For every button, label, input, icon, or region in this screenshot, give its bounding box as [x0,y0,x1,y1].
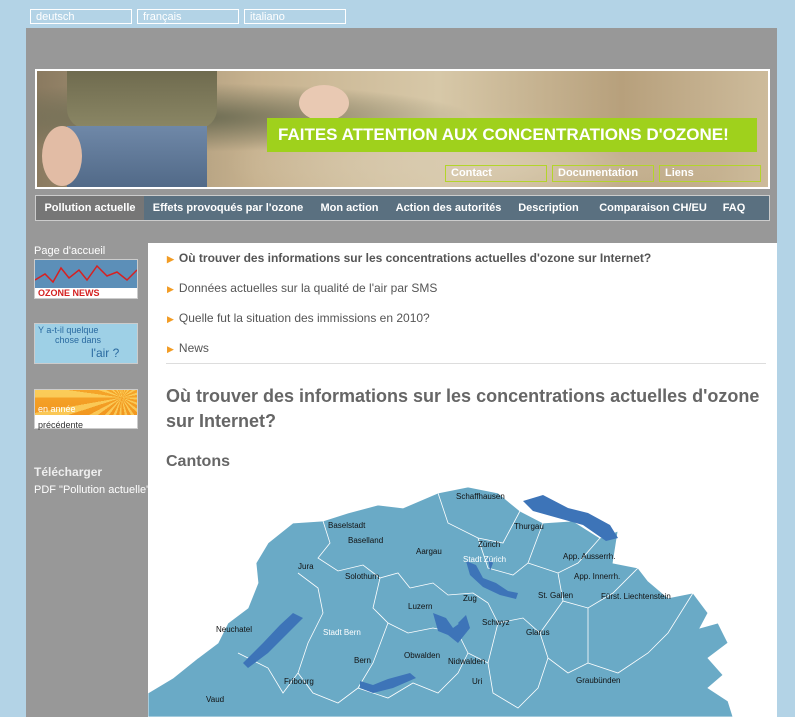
nav-description[interactable]: Description [510,196,587,220]
label-graubunden: Graubünden [576,676,620,685]
label-solothurn: Solothurn [345,572,379,581]
contact-link[interactable]: Contact [445,165,547,182]
documentation-link[interactable]: Documentation [552,165,654,182]
nav-faq[interactable]: FAQ [719,196,749,220]
previous-year-line2: précédente [38,420,84,430]
nav-pollution-actuelle[interactable]: Pollution actuelle [36,196,144,220]
label-neuchatel: Neuchatel [216,625,252,634]
air-question-line2: chose dans [55,335,102,345]
previous-year-line1: en année [38,404,76,414]
nav-comparaison[interactable]: Comparaison CH/EU [587,196,719,220]
label-nidwalden: Nidwalden [448,657,485,666]
air-question-line1: Y a-t-il quelque [38,325,99,335]
main-content: ▶ Où trouver des informations sur les con… [148,243,777,717]
section-heading: Où trouver des informations sur les conc… [166,386,760,431]
main-nav: Pollution actuelle Effets provoqués par … [35,195,770,221]
label-stadt-bern: Stadt Bern [323,628,361,637]
label-zurich: Zürich [478,540,500,549]
label-app-innerrh: App. Innerrh. [574,572,620,581]
label-stadt-zurich: Stadt Zürich [463,555,506,564]
label-fribourg: Fribourg [284,677,314,686]
home-link[interactable]: Page d'accueil [34,245,105,257]
banner-photo-hand-left [42,126,82,186]
bullet-arrow-icon: ▶ [167,314,174,324]
label-bern: Bern [354,656,371,665]
ozone-news-ad[interactable]: OZONE NEWS [34,259,138,299]
label-thurgau: Thurgau [514,522,544,531]
banner-photo-jeans [67,126,207,187]
banner-slogan: FAITES ATTENTION AUX CONCENTRATIONS D'OZ… [267,118,757,152]
download-title: Télécharger [34,465,103,479]
link-ozone-internet[interactable]: ▶ Où trouver des informations sur les con… [167,251,651,265]
page-frame: deutsch français italiano FAITES ATTENTI… [26,0,777,717]
cantons-heading: Cantons [166,453,230,470]
label-vaud: Vaud [206,695,224,704]
banner-photo-torso [67,71,217,129]
banner-photo-hand [299,85,349,121]
previous-year-strip: précédente [35,415,137,430]
canton-map[interactable]: Schaffhausen Baselstadt Thurgau Basellan… [148,483,777,717]
lang-deutsch[interactable]: deutsch [30,9,132,24]
link-sms[interactable]: ▶ Données actuelles sur la qualité de l'a… [167,281,437,295]
divider [166,363,766,364]
air-question-ad[interactable]: Y a-t-il quelque chose dans l'air ? [34,323,138,364]
nav-action-autorites[interactable]: Action des autorités [387,196,510,220]
label-baselland: Baselland [348,536,383,545]
link-label: Données actuelles sur la qualité de l'ai… [178,281,438,295]
lang-italiano[interactable]: italiano [244,9,346,24]
switzerland-outline [148,486,734,717]
label-app-ausserrh: App. Ausserrh. [563,552,615,561]
bullet-arrow-icon: ▶ [167,344,174,354]
label-luzern: Luzern [408,602,432,611]
label-uri: Uri [472,677,482,686]
ozone-news-label: OZONE NEWS [38,288,100,298]
nav-mon-action[interactable]: Mon action [312,196,387,220]
label-aargau: Aargau [416,547,442,556]
previous-year-ad[interactable]: en année précédente [34,389,138,430]
label-jura: Jura [298,562,314,571]
label-obwalden: Obwalden [404,651,440,660]
link-label: Où trouver des informations sur les conc… [178,251,652,265]
label-liechtenstein: Fürst. Liechtenstein [601,592,671,601]
header-banner: FAITES ATTENTION AUX CONCENTRATIONS D'OZ… [35,69,770,189]
label-schwyz: Schwyz [482,618,510,627]
air-question-line3: l'air ? [91,346,120,360]
liens-link[interactable]: Liens [659,165,761,182]
label-schaffhausen: Schaffhausen [456,492,505,501]
nav-effets-ozone[interactable]: Effets provoqués par l'ozone [144,196,312,220]
link-2010[interactable]: ▶ Quelle fut la situation des immissions … [167,311,430,325]
label-st-gallen: St. Gallen [538,591,573,600]
link-news[interactable]: ▶ News [167,341,209,355]
bullet-arrow-icon: ▶ [167,284,174,294]
link-label: Quelle fut la situation des immissions e… [178,311,430,325]
bullet-arrow-icon: ▶ [167,254,174,264]
label-zug: Zug [463,594,477,603]
label-baselstadt: Baselstadt [328,521,366,530]
link-label: News [178,341,209,355]
lang-francais[interactable]: français [137,9,239,24]
download-pdf-link[interactable]: PDF "Pollution actuelle" [34,484,150,496]
language-bar: deutsch français italiano [26,0,777,28]
label-glarus: Glarus [526,628,550,637]
